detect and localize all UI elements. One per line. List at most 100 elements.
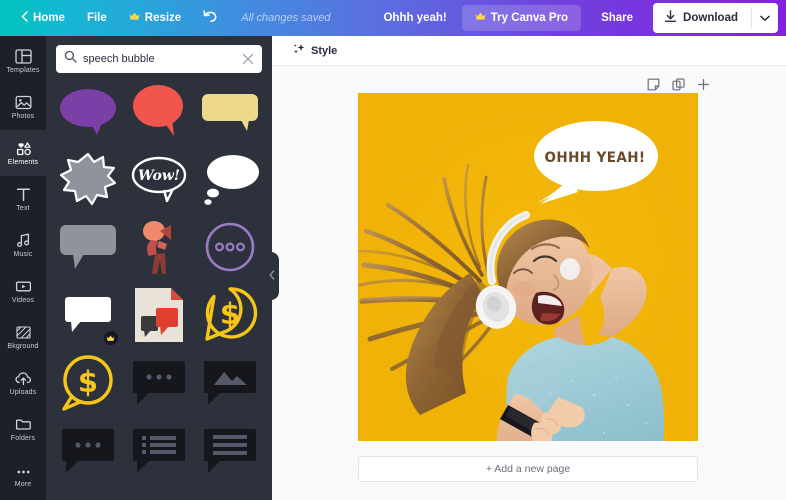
sidebar-item-label: Text: [16, 205, 30, 212]
top-bar-left-group: Home File Resize All changes saved: [0, 4, 330, 32]
sidebar-item-more[interactable]: More: [0, 452, 46, 498]
duplicate-page-icon[interactable]: [672, 78, 685, 91]
share-label: Share: [601, 12, 634, 24]
more-icon: [15, 462, 32, 479]
share-button[interactable]: Share: [588, 5, 646, 31]
style-label: Style: [311, 44, 338, 57]
sidebar-item-music[interactable]: Music: [0, 222, 46, 268]
element-dark-image-bubble[interactable]: [197, 352, 262, 414]
element-gray-rect-bubble[interactable]: [56, 216, 121, 278]
videos-icon: [15, 278, 32, 295]
sidebar-item-label: Templates: [6, 67, 40, 74]
element-yellow-dollar-bubble[interactable]: $: [197, 284, 262, 346]
style-button[interactable]: Style: [286, 38, 343, 63]
element-white-rect-bubble[interactable]: [127, 488, 192, 500]
resize-button[interactable]: Resize: [118, 6, 192, 30]
sidebar-item-label: Folders: [10, 435, 36, 442]
style-toolbar: Style: [272, 36, 786, 66]
element-white-chat-bubble[interactable]: [56, 284, 121, 346]
search-icon: [64, 50, 77, 68]
sidebar-item-label: Music: [13, 251, 33, 258]
download-options-button[interactable]: [752, 3, 778, 33]
download-button[interactable]: Download: [653, 3, 751, 33]
element-purple-oval-bubble[interactable]: [56, 80, 121, 142]
sidebar-item-elements[interactable]: Elements: [0, 130, 46, 176]
sidebar-item-templates[interactable]: Templates: [0, 38, 46, 84]
canva-editor: Home File Resize All changes saved Ohhh …: [0, 0, 786, 500]
design-page[interactable]: OHHH YEAH!: [358, 93, 698, 441]
photos-icon: [15, 94, 32, 111]
element-dark-dots-bubble-2[interactable]: [56, 420, 121, 482]
element-person-megaphone[interactable]: [127, 216, 192, 278]
download-group: Download: [653, 3, 778, 33]
svg-text:$: $: [220, 297, 240, 331]
add-page-icon[interactable]: [697, 78, 710, 91]
design-title[interactable]: Ohhh yeah!: [375, 12, 454, 24]
canvas-area: OHHH YEAH! + Add a new page: [272, 66, 786, 500]
speech-bubble-text: OHHH YEAH!: [544, 149, 646, 167]
element-yellow-dollar-bubble-2[interactable]: $: [56, 352, 121, 414]
undo-icon: [203, 10, 218, 26]
elements-icon: [15, 140, 32, 157]
element-red-oval-bubble-2[interactable]: [56, 488, 121, 500]
sidebar-item-photos[interactable]: Photos: [0, 84, 46, 130]
home-button[interactable]: Home: [10, 5, 76, 31]
elements-panel: Wow!: [46, 36, 272, 500]
folders-icon: [15, 416, 32, 433]
sidebar-item-label: Photos: [11, 113, 35, 120]
element-dark-dots-bubble[interactable]: [127, 352, 192, 414]
background-icon: [15, 324, 32, 341]
wow-label: Wow!: [138, 168, 180, 184]
crown-icon: [475, 12, 486, 24]
notes-icon[interactable]: [647, 78, 660, 91]
try-canva-pro-label: Try Canva Pro: [490, 12, 569, 24]
chevron-down-icon: [760, 9, 770, 27]
home-label: Home: [33, 12, 65, 24]
element-white-thought-bubble[interactable]: [197, 148, 262, 210]
download-icon: [664, 10, 677, 26]
clear-search-icon[interactable]: [242, 53, 254, 65]
sidebar-item-uploads[interactable]: Uploads: [0, 360, 46, 406]
sidebar-item-text[interactable]: Text: [0, 176, 46, 222]
element-wow-bubble[interactable]: Wow!: [127, 148, 192, 210]
sidebar-item-folders[interactable]: Folders: [0, 406, 46, 452]
text-icon: [15, 186, 32, 203]
add-new-page-label: + Add a new page: [485, 463, 571, 475]
search-box[interactable]: [56, 45, 262, 73]
elements-results-grid: Wow! $ $: [46, 80, 272, 500]
undo-button[interactable]: [192, 4, 229, 32]
templates-icon: [14, 48, 32, 65]
file-label: File: [86, 12, 107, 24]
element-gray-burst-bubble[interactable]: [56, 148, 121, 210]
add-new-page-button[interactable]: + Add a new page: [358, 456, 698, 482]
resize-label: Resize: [144, 12, 182, 24]
sidebar-item-background[interactable]: Bkground: [0, 314, 46, 360]
element-yellow-rect-bubble[interactable]: [197, 80, 262, 142]
element-purple-dots-circle[interactable]: [197, 216, 262, 278]
try-canva-pro-button[interactable]: Try Canva Pro: [461, 5, 582, 31]
top-bar-right-group: Ohhh yeah! Try Canva Pro Share Download: [375, 3, 786, 33]
element-paper-chat-icon[interactable]: [127, 284, 192, 346]
sparkle-icon: [292, 42, 306, 59]
sidebar-item-videos[interactable]: Videos: [0, 268, 46, 314]
sidebar-item-label: Uploads: [9, 389, 37, 396]
download-label: Download: [683, 12, 738, 24]
svg-text:$: $: [78, 365, 98, 399]
panel-collapse-handle[interactable]: [264, 252, 279, 300]
file-menu-button[interactable]: File: [76, 6, 118, 30]
element-dark-lines-bubble[interactable]: [197, 420, 262, 482]
search-input[interactable]: [77, 53, 242, 65]
sidebar-item-label: Bkground: [7, 343, 39, 350]
element-red-oval-bubble[interactable]: [127, 80, 192, 142]
sidebar-item-label: Elements: [7, 159, 39, 166]
element-black-rect-bubble[interactable]: [197, 488, 262, 500]
crown-icon: [129, 12, 140, 24]
page-tools: [647, 78, 710, 91]
chevron-left-icon: [21, 11, 28, 25]
save-status: All changes saved: [241, 12, 331, 24]
chevron-left-icon: [269, 267, 275, 285]
element-dark-list-bubble[interactable]: [127, 420, 192, 482]
top-bar: Home File Resize All changes saved Ohhh …: [0, 0, 786, 36]
speech-bubble-element[interactable]: OHHH YEAH!: [530, 118, 660, 206]
search-area: [46, 36, 272, 80]
